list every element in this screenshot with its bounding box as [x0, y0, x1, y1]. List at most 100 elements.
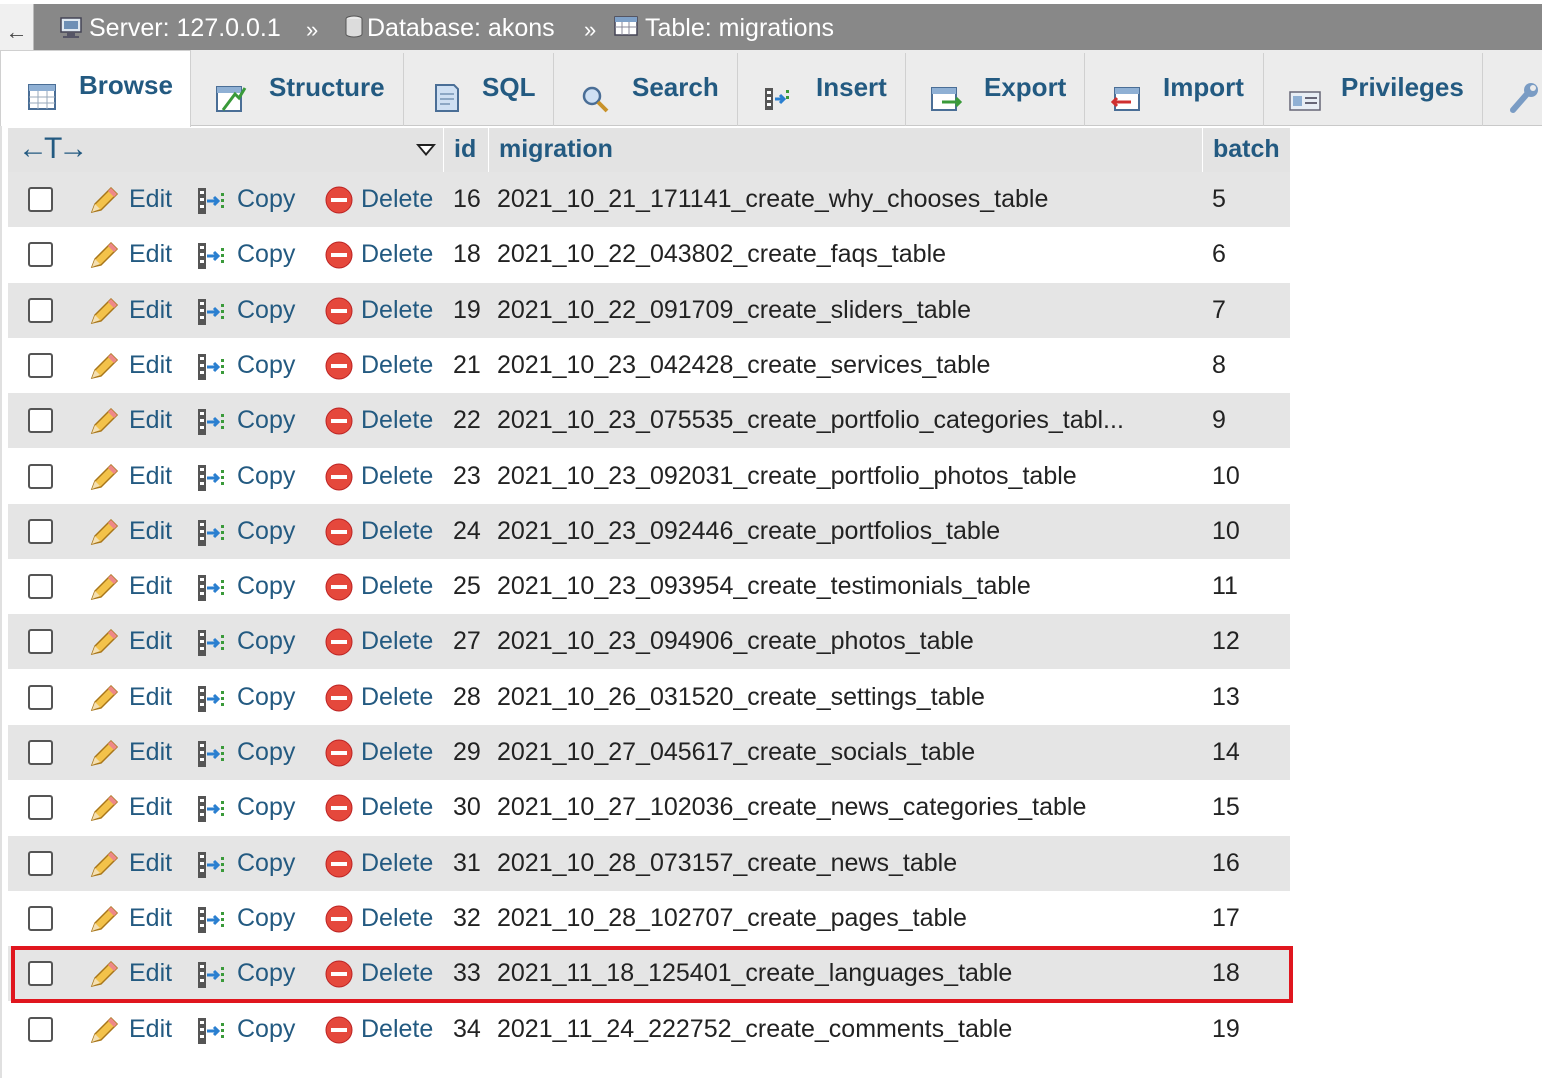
pencil-icon[interactable]	[88, 240, 120, 275]
edit-link[interactable]: Edit	[129, 725, 172, 780]
breadcrumb-table[interactable]: Table: migrations	[614, 4, 834, 50]
cell-id[interactable]: 32	[453, 891, 481, 946]
delete-link[interactable]: Delete	[361, 449, 433, 504]
copy-icon[interactable]	[196, 904, 230, 941]
cell-batch[interactable]: 5	[1212, 172, 1226, 227]
row-select-checkbox[interactable]	[28, 629, 53, 655]
pencil-icon[interactable]	[88, 683, 120, 718]
pencil-icon[interactable]	[88, 296, 120, 331]
tab-privileges[interactable]: Privileges	[1264, 53, 1483, 126]
edit-link[interactable]: Edit	[129, 946, 172, 1001]
delete-icon[interactable]	[324, 904, 354, 939]
copy-link[interactable]: Copy	[237, 227, 295, 282]
cell-batch[interactable]: 11	[1212, 559, 1238, 614]
pencil-icon[interactable]	[88, 462, 120, 497]
delete-icon[interactable]	[324, 1015, 354, 1050]
row-select-checkbox[interactable]	[28, 352, 53, 378]
cell-migration[interactable]: 2021_10_26_031520_create_settings_table	[497, 670, 985, 725]
cell-id[interactable]: 27	[453, 614, 481, 669]
tab-browse[interactable]: Browse	[0, 50, 191, 127]
cell-id[interactable]: 33	[453, 946, 481, 1001]
delete-icon[interactable]	[324, 959, 354, 994]
delete-icon[interactable]	[324, 462, 354, 497]
copy-link[interactable]: Copy	[237, 172, 295, 227]
row-select-checkbox[interactable]	[28, 408, 53, 434]
cell-migration[interactable]: 2021_10_28_073157_create_news_table	[497, 836, 957, 891]
cell-migration[interactable]: 2021_10_23_042428_create_services_table	[497, 338, 990, 393]
edit-link[interactable]: Edit	[129, 614, 172, 669]
delete-icon[interactable]	[324, 406, 354, 441]
tab-export[interactable]: Export	[906, 53, 1085, 126]
copy-link[interactable]: Copy	[237, 891, 295, 946]
pencil-icon[interactable]	[88, 627, 120, 662]
row-select-checkbox[interactable]	[28, 684, 53, 710]
tab-structure[interactable]: Structure	[191, 53, 404, 126]
row-select-checkbox[interactable]	[28, 850, 53, 876]
delete-link[interactable]: Delete	[361, 891, 433, 946]
delete-link[interactable]: Delete	[361, 614, 433, 669]
delete-link[interactable]: Delete	[361, 504, 433, 559]
cell-batch[interactable]: 9	[1212, 393, 1226, 448]
delete-icon[interactable]	[324, 240, 354, 275]
cell-id[interactable]: 34	[453, 1002, 481, 1057]
delete-icon[interactable]	[324, 627, 354, 662]
copy-icon[interactable]	[196, 351, 230, 388]
row-select-checkbox[interactable]	[28, 463, 53, 489]
cell-migration[interactable]: 2021_11_18_125401_create_languages_table	[497, 946, 1012, 1001]
cell-migration[interactable]: 2021_11_24_222752_create_comments_table	[497, 1002, 1012, 1057]
copy-icon[interactable]	[196, 240, 230, 277]
delete-link[interactable]: Delete	[361, 670, 433, 725]
column-header-batch[interactable]: batch	[1202, 128, 1290, 172]
delete-link[interactable]: Delete	[361, 725, 433, 780]
copy-icon[interactable]	[196, 572, 230, 609]
cell-migration[interactable]: 2021_10_23_092031_create_portfolio_photo…	[497, 449, 1077, 504]
pencil-icon[interactable]	[88, 406, 120, 441]
delete-icon[interactable]	[324, 572, 354, 607]
copy-icon[interactable]	[196, 849, 230, 886]
cell-id[interactable]: 23	[453, 449, 481, 504]
copy-icon[interactable]	[196, 1015, 230, 1052]
cell-id[interactable]: 24	[453, 504, 481, 559]
edit-link[interactable]: Edit	[129, 780, 172, 835]
copy-link[interactable]: Copy	[237, 670, 295, 725]
row-select-checkbox[interactable]	[28, 297, 53, 323]
cell-batch[interactable]: 12	[1212, 614, 1240, 669]
tab-insert[interactable]: Insert	[738, 53, 906, 126]
cell-migration[interactable]: 2021_10_22_091709_create_sliders_table	[497, 283, 971, 338]
copy-icon[interactable]	[196, 683, 230, 720]
cell-migration[interactable]: 2021_10_22_043802_create_faqs_table	[497, 227, 946, 282]
delete-icon[interactable]	[324, 849, 354, 884]
copy-icon[interactable]	[196, 793, 230, 830]
cell-batch[interactable]: 18	[1212, 946, 1240, 1001]
edit-link[interactable]: Edit	[129, 504, 172, 559]
cell-id[interactable]: 22	[453, 393, 481, 448]
copy-link[interactable]: Copy	[237, 614, 295, 669]
edit-link[interactable]: Edit	[129, 670, 172, 725]
copy-link[interactable]: Copy	[237, 780, 295, 835]
cell-migration[interactable]: 2021_10_27_045617_create_socials_table	[497, 725, 975, 780]
copy-icon[interactable]	[196, 296, 230, 333]
row-select-checkbox[interactable]	[28, 905, 53, 931]
cell-id[interactable]: 18	[453, 227, 481, 282]
delete-link[interactable]: Delete	[361, 836, 433, 891]
delete-link[interactable]: Delete	[361, 559, 433, 614]
tab-import[interactable]: Import	[1085, 53, 1264, 126]
delete-link[interactable]: Delete	[361, 338, 433, 393]
cell-migration[interactable]: 2021_10_23_075535_create_portfolio_categ…	[497, 393, 1124, 448]
cell-batch[interactable]: 14	[1212, 725, 1240, 780]
delete-icon[interactable]	[324, 683, 354, 718]
cell-batch[interactable]: 6	[1212, 227, 1226, 282]
column-header-migration[interactable]: migration	[488, 128, 1202, 172]
copy-icon[interactable]	[196, 185, 230, 222]
edit-link[interactable]: Edit	[129, 449, 172, 504]
breadcrumb-database[interactable]: Database: akons	[344, 4, 555, 50]
cell-id[interactable]: 25	[453, 559, 481, 614]
cell-migration[interactable]: 2021_10_23_092446_create_portfolios_tabl…	[497, 504, 1000, 559]
copy-link[interactable]: Copy	[237, 559, 295, 614]
cell-batch[interactable]: 10	[1212, 504, 1240, 559]
delete-link[interactable]: Delete	[361, 283, 433, 338]
cell-id[interactable]: 29	[453, 725, 481, 780]
copy-link[interactable]: Copy	[237, 283, 295, 338]
delete-icon[interactable]	[324, 296, 354, 331]
row-select-checkbox[interactable]	[28, 574, 53, 600]
